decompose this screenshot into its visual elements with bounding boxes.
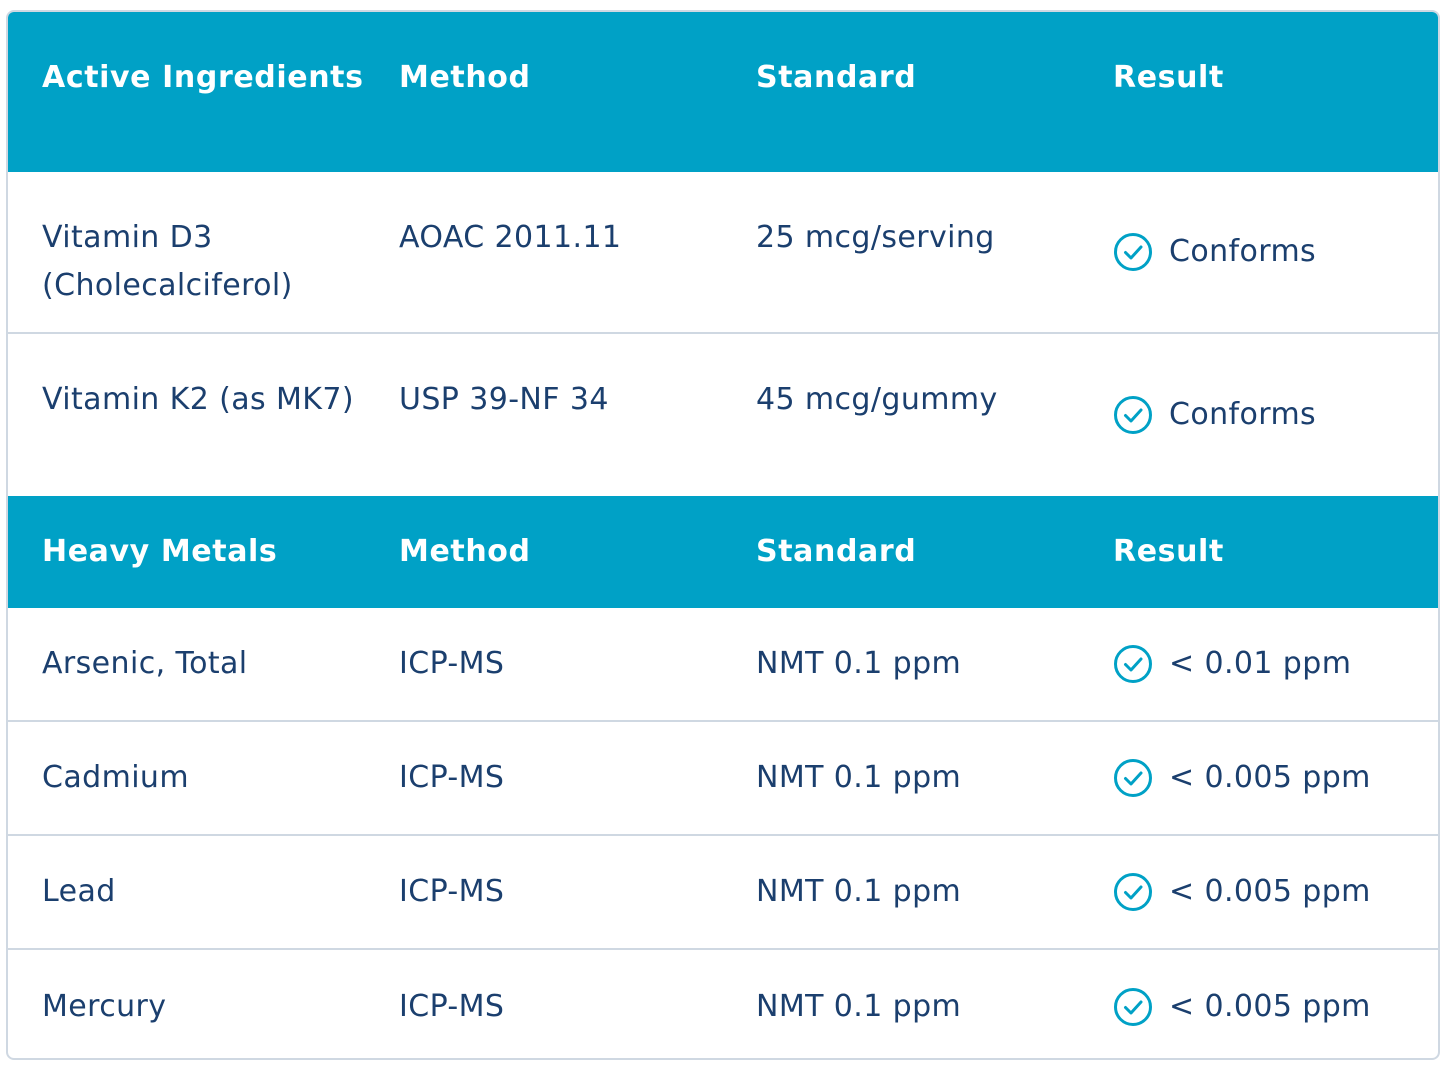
header-method: Method xyxy=(399,60,531,95)
result-value: Conforms xyxy=(1169,234,1317,269)
ingredient-name: Vitamin D3 (Cholecalciferol) xyxy=(42,220,293,303)
result-cell: < 0.005 ppm xyxy=(1079,754,1438,802)
method-value: ICP-MS xyxy=(399,874,505,909)
method-value: ICP-MS xyxy=(399,646,505,681)
header-heavy-metals: Heavy Metals xyxy=(42,534,278,569)
header-standard: Standard xyxy=(756,534,917,569)
check-circle-icon xyxy=(1114,988,1152,1026)
result-cell: Conforms xyxy=(1079,391,1438,439)
header-result: Result xyxy=(1113,60,1224,95)
active-ingredients-header-row: Active Ingredients Method Standard Resul… xyxy=(8,12,1438,172)
result-value: < 0.005 ppm xyxy=(1169,760,1371,795)
method-value: ICP-MS xyxy=(399,760,505,795)
standard-value: NMT 0.1 ppm xyxy=(756,760,962,795)
method-value: AOAC 2011.11 xyxy=(399,220,622,255)
method-value: ICP-MS xyxy=(399,989,505,1024)
metal-name: Cadmium xyxy=(42,760,189,795)
table-row: Vitamin D3 (Cholecalciferol) AOAC 2011.1… xyxy=(8,172,1438,334)
check-circle-icon xyxy=(1114,396,1152,434)
check-circle-icon xyxy=(1114,233,1152,271)
standard-value: 45 mcg/gummy xyxy=(756,382,998,417)
standard-value: NMT 0.1 ppm xyxy=(756,646,962,681)
metal-name: Mercury xyxy=(42,989,167,1024)
standard-value: NMT 0.1 ppm xyxy=(756,874,962,909)
result-value: < 0.005 ppm xyxy=(1169,874,1371,909)
result-cell: < 0.01 ppm xyxy=(1079,640,1438,688)
check-circle-icon xyxy=(1114,759,1152,797)
standard-value: NMT 0.1 ppm xyxy=(756,989,962,1024)
table-row: Vitamin K2 (as MK7) USP 39-NF 34 45 mcg/… xyxy=(8,334,1438,496)
test-results-table: Active Ingredients Method Standard Resul… xyxy=(6,10,1440,1060)
header-standard: Standard xyxy=(756,60,917,95)
table-row: Mercury ICP-MS NMT 0.1 ppm < 0.005 ppm xyxy=(8,950,1438,1058)
table-row: Arsenic, Total ICP-MS NMT 0.1 ppm < 0.01… xyxy=(8,608,1438,722)
result-value: < 0.01 ppm xyxy=(1169,646,1352,681)
check-circle-icon xyxy=(1114,645,1152,683)
result-value: Conforms xyxy=(1169,397,1317,432)
header-result: Result xyxy=(1113,534,1224,569)
result-cell: < 0.005 ppm xyxy=(1079,983,1438,1031)
result-cell: < 0.005 ppm xyxy=(1079,868,1438,916)
table-row: Lead ICP-MS NMT 0.1 ppm < 0.005 ppm xyxy=(8,836,1438,950)
result-cell: Conforms xyxy=(1079,228,1438,276)
header-method: Method xyxy=(399,534,531,569)
metal-name: Arsenic, Total xyxy=(42,646,248,681)
result-value: < 0.005 ppm xyxy=(1169,989,1371,1024)
standard-value: 25 mcg/serving xyxy=(756,220,995,255)
check-circle-icon xyxy=(1114,873,1152,911)
header-active-ingredients: Active Ingredients xyxy=(42,60,364,95)
heavy-metals-header-row: Heavy Metals Method Standard Result xyxy=(8,496,1438,608)
table-row: Cadmium ICP-MS NMT 0.1 ppm < 0.005 ppm xyxy=(8,722,1438,836)
metal-name: Lead xyxy=(42,874,116,909)
ingredient-name: Vitamin K2 (as MK7) xyxy=(42,382,354,417)
method-value: USP 39-NF 34 xyxy=(399,382,609,417)
